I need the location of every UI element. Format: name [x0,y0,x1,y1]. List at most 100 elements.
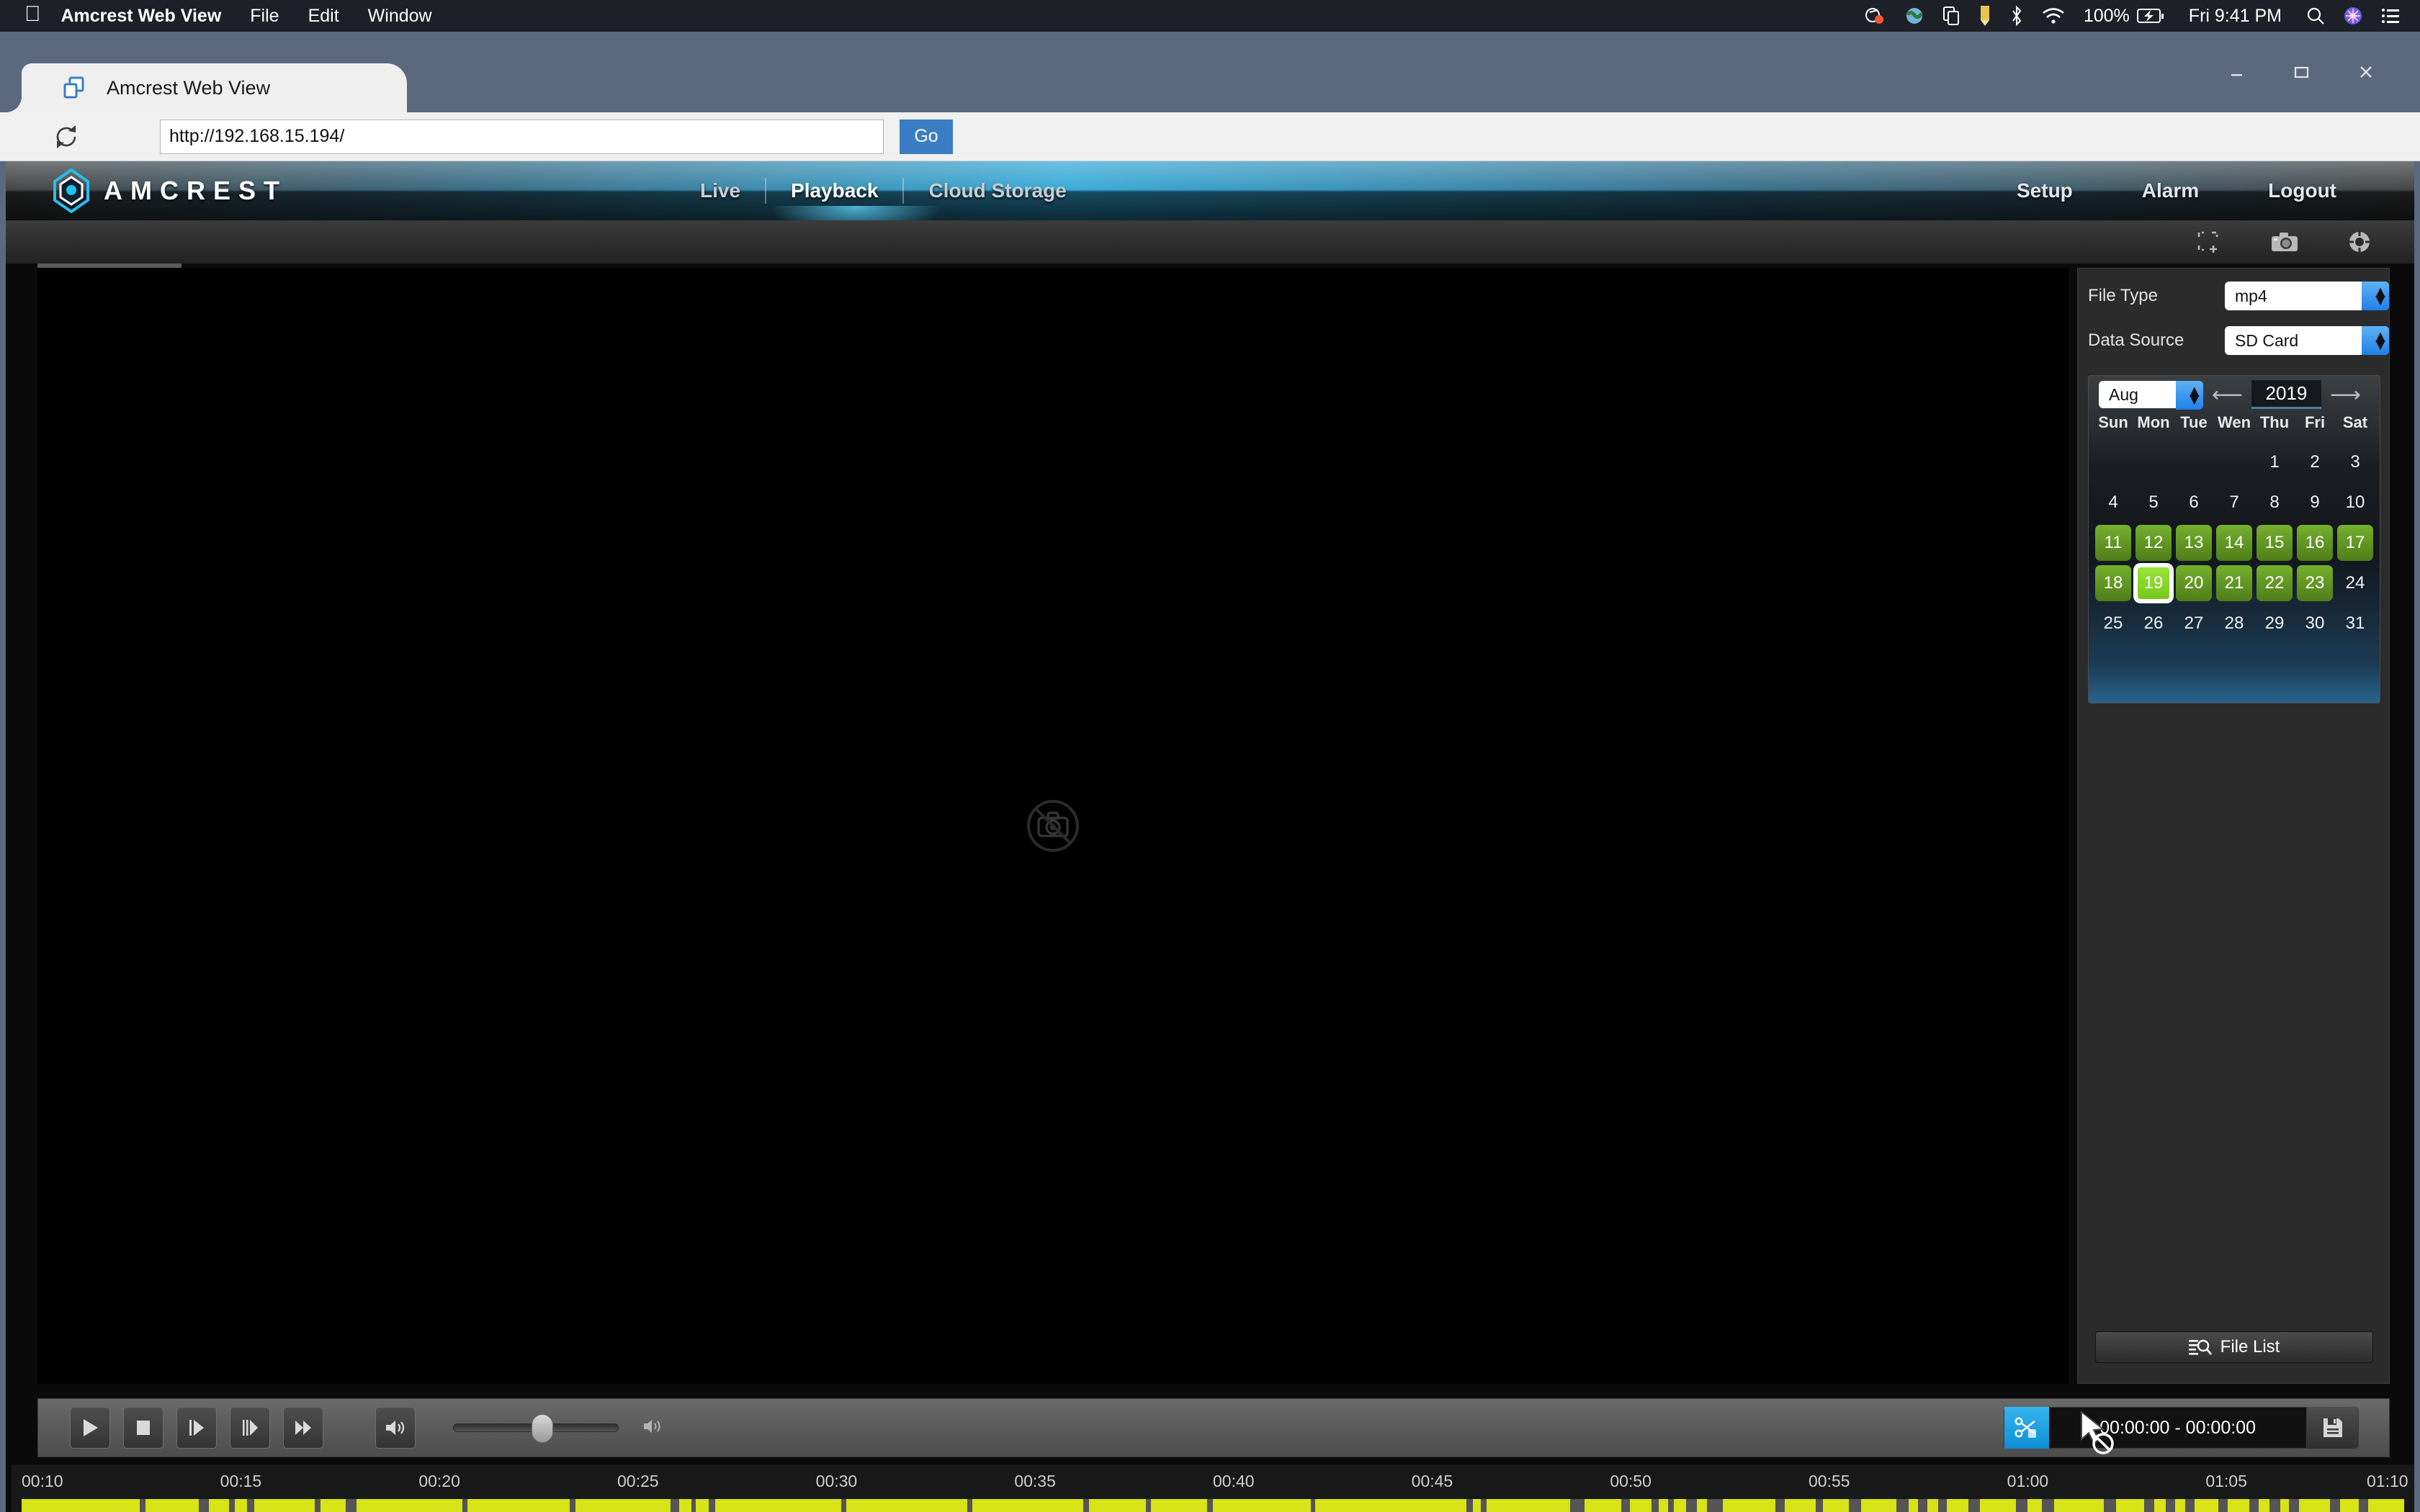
calendar-day-13[interactable]: 13 [2176,525,2212,561]
calendar-day-14[interactable]: 14 [2216,525,2252,561]
timeline-segment[interactable] [1472,1499,1482,1512]
timeline-segment[interactable] [1150,1499,1207,1512]
timeline-segment[interactable] [2280,1499,2289,1512]
next-frame-button[interactable] [176,1407,217,1449]
chevron-updown-icon[interactable]: ▲ ▼ [2362,282,2389,310]
calendar-day-31[interactable]: 31 [2337,606,2373,642]
volume-button[interactable] [375,1407,416,1449]
timeline-segment[interactable] [145,1499,200,1512]
timeline-segment[interactable] [254,1499,315,1512]
month-select[interactable]: Aug ▲ ▼ [2099,381,2203,410]
timeline-track[interactable] [22,1499,2404,1512]
dropbox-icon[interactable] [1865,6,1886,25]
timeline-segment[interactable] [356,1499,462,1512]
timeline-segment[interactable] [1784,1499,1816,1512]
calendar-day-29[interactable]: 29 [2257,606,2293,642]
timeline-segment[interactable] [1927,1499,1939,1512]
nav-link-playback[interactable]: Playback [766,179,902,202]
data-source-select[interactable]: SD Card ▲ ▼ [2225,326,2389,355]
control-center-icon[interactable] [2381,8,2400,24]
timeline-segment[interactable] [2154,1499,2166,1512]
airplay-icon[interactable] [1942,6,1960,26]
calendar-day-3[interactable]: 3 [2337,444,2373,480]
timeline-segment[interactable] [846,1499,968,1512]
calendar-day-24[interactable]: 24 [2337,565,2373,601]
globe-icon[interactable] [1905,6,1924,25]
menu-window[interactable]: Window [368,6,432,27]
nav-link-live[interactable]: Live [676,179,765,202]
timeline-segment[interactable] [696,1499,709,1512]
browser-tab[interactable]: Amcrest Web View [6,63,407,112]
calendar-day-30[interactable]: 30 [2297,606,2333,642]
nav-link-alarm[interactable]: Alarm [2107,179,2233,202]
timeline-segment[interactable] [1722,1499,1775,1512]
timeline-segment[interactable] [321,1499,346,1512]
calendar-day-22[interactable]: 22 [2257,565,2293,601]
chevron-updown-icon[interactable]: ▲ ▼ [2362,326,2389,355]
recording-timeline[interactable]: 00:10 00:15 00:20 00:25 00:30 00:35 00:40 00:45… [12,1464,2414,1512]
calendar-day-17[interactable]: 17 [2337,525,2373,561]
nav-link-setup[interactable]: Setup [1982,179,2107,202]
calendar-day-12[interactable]: 12 [2136,525,2172,561]
timeline-segment[interactable] [2194,1499,2218,1512]
year-value[interactable]: 2019 [2251,380,2321,409]
calendar-day-20[interactable]: 20 [2176,565,2212,601]
file-list-button[interactable]: File List [2095,1331,2373,1363]
calendar-day-4[interactable]: 4 [2095,485,2131,521]
nav-link-cloud-storage[interactable]: Cloud Storage [904,179,1090,202]
timeline-segment[interactable] [1696,1499,1708,1512]
timeline-segment[interactable] [1658,1499,1668,1512]
calendar-day-1[interactable]: 1 [2257,444,2293,480]
timeline-segment[interactable] [972,1499,1083,1512]
timeline-segment[interactable] [22,1499,140,1512]
reload-icon[interactable] [52,122,81,151]
timeline-segment[interactable] [2259,1499,2270,1512]
calendar-day-8[interactable]: 8 [2257,485,2293,521]
calendar-day-21[interactable]: 21 [2216,565,2252,601]
nav-link-logout[interactable]: Logout [2233,179,2371,202]
volume-slider[interactable] [453,1414,619,1443]
menu-file[interactable]: File [250,6,279,27]
timeline-segment[interactable] [1860,1499,1897,1512]
calendar-day-28[interactable]: 28 [2216,606,2252,642]
calendar-day-27[interactable]: 27 [2176,606,2212,642]
file-type-select[interactable]: mp4 ▲ ▼ [2225,282,2389,310]
timeline-segment[interactable] [2115,1499,2145,1512]
video-playback-area[interactable] [37,264,2069,1384]
close-button[interactable] [2334,32,2398,112]
slow-play-button[interactable] [230,1407,270,1449]
fast-forward-button[interactable] [283,1407,323,1449]
ptz-icon[interactable] [2339,226,2380,258]
timeline-segment[interactable] [2027,1499,2043,1512]
battery-icon[interactable] [2136,8,2164,24]
minimize-button[interactable] [2204,32,2269,112]
timeline-segment[interactable] [2339,1499,2360,1512]
timeline-segment[interactable] [2368,1499,2404,1512]
pencil-icon[interactable] [1978,5,1991,27]
timeline-segment[interactable] [2175,1499,2185,1512]
bluetooth-icon[interactable] [2010,6,2023,26]
timeline-segment[interactable] [1908,1499,1919,1512]
timeline-segment[interactable] [575,1499,671,1512]
maximize-button[interactable] [2269,32,2334,112]
go-button[interactable]: Go [900,119,953,154]
timeline-segment[interactable] [1487,1499,1571,1512]
calendar-day-9[interactable]: 9 [2297,485,2333,521]
timeline-segment[interactable] [208,1499,229,1512]
calendar-day-15[interactable]: 15 [2257,525,2293,561]
url-input[interactable] [160,119,884,154]
apple-menu-icon[interactable]:  [24,3,41,29]
calendar-day-26[interactable]: 26 [2136,606,2172,642]
volume-slider-knob[interactable] [532,1414,553,1443]
timeline-segment[interactable] [1315,1499,1467,1512]
siri-icon[interactable] [2344,6,2362,25]
wifi-icon[interactable] [2042,7,2065,24]
menu-edit[interactable]: Edit [308,6,339,27]
calendar-day-7[interactable]: 7 [2216,485,2252,521]
menu-clock[interactable]: Fri 9:41 PM [2189,6,2282,27]
calendar-day-10[interactable]: 10 [2337,485,2373,521]
clip-button[interactable] [2004,1407,2050,1449]
timeline-segment[interactable] [1946,1499,1968,1512]
chevron-updown-icon[interactable]: ▲ ▼ [2175,381,2203,410]
search-icon[interactable] [2306,6,2325,25]
